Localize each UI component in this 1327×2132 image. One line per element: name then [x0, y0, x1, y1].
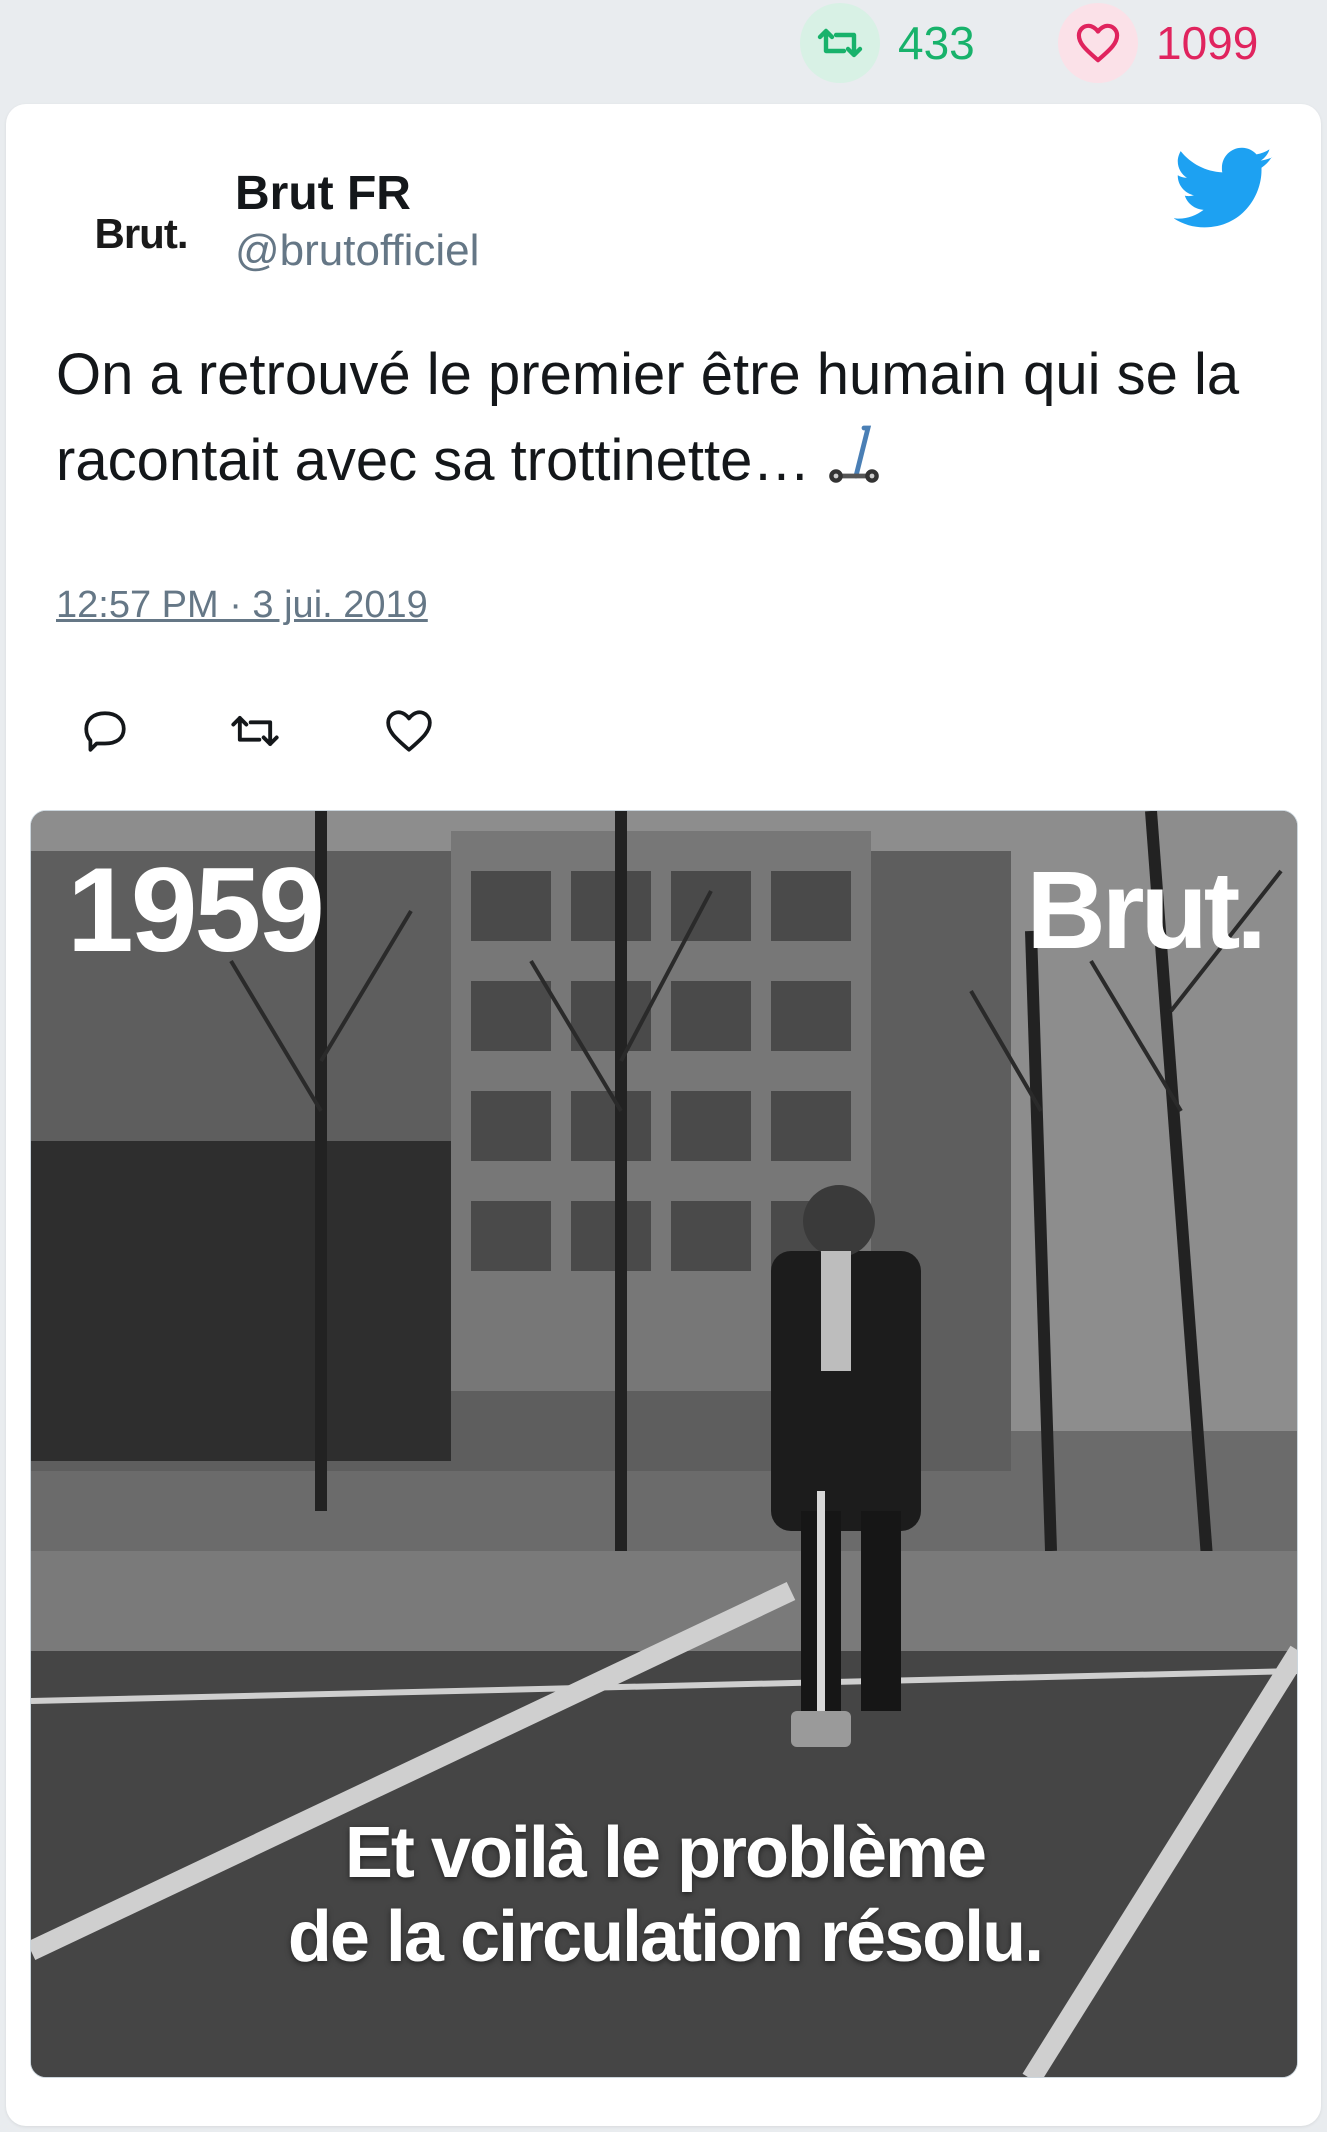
- tweet-actions: [56, 696, 556, 766]
- like-stat[interactable]: 1099: [1058, 3, 1259, 83]
- retweet-icon: [231, 716, 279, 746]
- reply-button[interactable]: [70, 696, 140, 766]
- media-brand-logo: Brut.: [1026, 849, 1267, 972]
- kick-scooter-icon: [820, 422, 884, 510]
- media-caption-line2: de la circulation résolu.: [287, 1897, 1044, 1977]
- tweet-media[interactable]: 1959 Brut. Et voilà le problème de la ci…: [30, 810, 1298, 2078]
- stats-bar: 433 1099: [0, 0, 1327, 100]
- retweet-count: 433: [898, 17, 975, 69]
- media-year: 1959: [67, 843, 325, 977]
- avatar[interactable]: Brut.: [76, 179, 206, 289]
- heart-icon: [1058, 3, 1138, 83]
- like-button[interactable]: [374, 696, 444, 766]
- twitter-bird-icon[interactable]: [1173, 146, 1274, 232]
- retweet-button[interactable]: [220, 696, 290, 766]
- avatar-text: Brut.: [94, 210, 189, 257]
- tweet-card: Brut. Brut FR @brutofficiel On a retrouv…: [6, 104, 1321, 2126]
- reply-icon: [84, 711, 126, 752]
- display-name[interactable]: Brut FR: [235, 166, 411, 221]
- heart-icon: [386, 710, 432, 752]
- tweet-body: On a retrouvé le premier être humain qui…: [56, 342, 1240, 493]
- user-handle[interactable]: @brutofficiel: [235, 226, 479, 276]
- media-caption: Et voilà le problème de la circulation r…: [31, 1811, 1297, 1979]
- media-caption-line1: Et voilà le problème: [344, 1813, 987, 1893]
- like-count: 1099: [1156, 17, 1259, 69]
- tweet-timestamp[interactable]: 12:57 PM · 3 jui. 2019: [56, 584, 428, 627]
- tweet-text: On a retrouvé le premier être humain qui…: [56, 332, 1286, 510]
- retweet-icon: [800, 3, 880, 83]
- retweet-stat[interactable]: 433: [800, 3, 975, 83]
